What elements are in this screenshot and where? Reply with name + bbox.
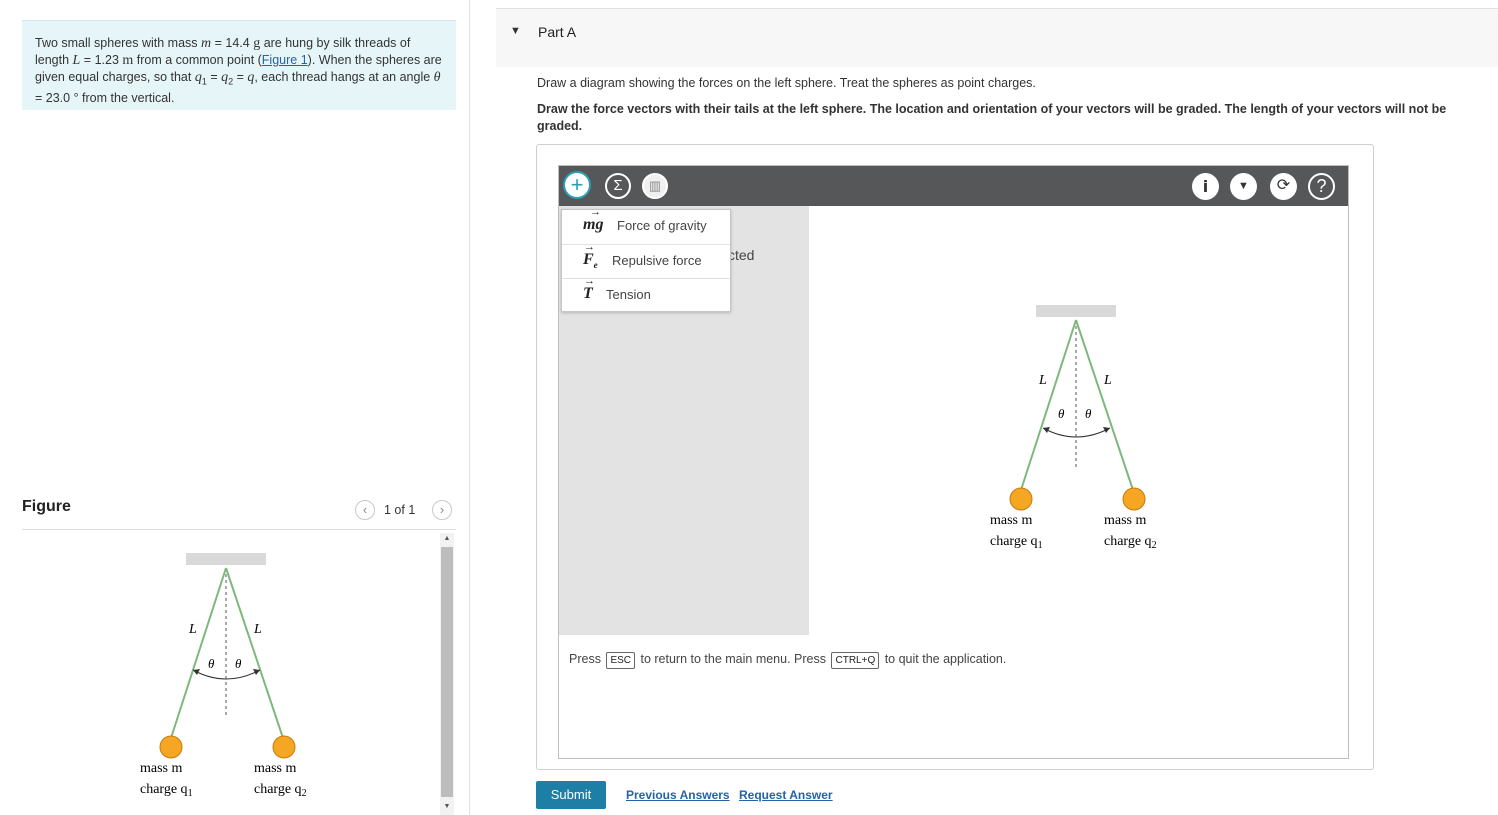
mass-label-left: mass m: [140, 761, 183, 776]
submit-button[interactable]: Submit: [536, 781, 606, 809]
keyboard-help: Press ESC to return to the main menu. Pr…: [569, 652, 1006, 669]
charge-label-right: charge q2: [1104, 534, 1157, 551]
arrow-left-icon: [193, 669, 200, 675]
figure-link[interactable]: Figure 1: [262, 53, 308, 67]
theta-label-right: θ: [1085, 406, 1092, 421]
reset-icon[interactable]: ⟳: [1270, 173, 1297, 200]
tension-symbol: T →: [583, 275, 595, 302]
add-vector-button[interactable]: +: [563, 171, 591, 199]
right-sphere: [1122, 487, 1146, 511]
menu-item-gravity[interactable]: mg → Force of gravity: [562, 206, 730, 244]
request-answer-link[interactable]: Request Answer: [739, 788, 833, 802]
arrow-right-icon: [1103, 427, 1110, 433]
theta-label-right: θ: [235, 656, 242, 671]
arrow-left-icon: [1043, 427, 1050, 433]
charge-label-left: charge q1: [140, 782, 193, 799]
charge-label-right: charge q2: [254, 782, 307, 799]
left-thread: [1020, 319, 1077, 491]
charge-label-left: charge q1: [990, 534, 1043, 551]
previous-answers-link[interactable]: Previous Answers: [626, 788, 730, 802]
right-sphere: [272, 735, 296, 759]
figure-diagram: L L θ θ mass m charge q1 mass m charge q…: [140, 553, 307, 799]
panel-hidden-text: cted: [728, 247, 755, 263]
instruction-bold-text: Draw the force vectors with their tails …: [537, 102, 1447, 133]
trash-icon[interactable]: ▥: [642, 173, 668, 199]
problem-text: Two small spheres with mass m = 14.4 g a…: [35, 36, 442, 105]
ceiling-support: [186, 553, 266, 565]
length-label-right: L: [1103, 373, 1112, 388]
scroll-up-icon[interactable]: ▲: [440, 535, 454, 542]
repulsive-symbol: F → e: [583, 241, 598, 271]
theta-label-left: θ: [1058, 406, 1065, 421]
menu-item-repulsive[interactable]: F → e Repulsive force: [562, 241, 730, 278]
left-sphere[interactable]: [1009, 487, 1033, 511]
part-header: [496, 8, 1498, 67]
help-icon[interactable]: ?: [1308, 173, 1335, 200]
chevron-right-icon[interactable]: ›: [432, 500, 452, 520]
figure-counter: 1 of 1: [384, 503, 416, 517]
left-thread: [170, 567, 227, 739]
mass-label-left: mass m: [990, 513, 1033, 528]
arrow-right-icon: [253, 669, 260, 675]
problem-statement: Two small spheres with mass m = 14.4 g a…: [22, 20, 456, 110]
length-label-left: L: [188, 622, 197, 637]
scrollbar-thumb[interactable]: [441, 547, 453, 797]
ctrl-q-key: CTRL+Q: [831, 652, 880, 669]
figure-divider: [22, 529, 456, 530]
info-icon[interactable]: i: [1192, 173, 1219, 200]
length-label-left: L: [1038, 373, 1047, 388]
instruction-text: Draw a diagram showing the forces on the…: [537, 76, 1036, 90]
left-sphere: [159, 735, 183, 759]
column-divider: [469, 0, 470, 815]
scroll-down-icon[interactable]: ▼: [440, 803, 454, 810]
esc-key: ESC: [606, 652, 635, 669]
gravity-symbol: mg →: [583, 206, 604, 233]
right-thread: [225, 567, 284, 739]
mass-label-right: mass m: [1104, 513, 1147, 528]
sum-icon[interactable]: Σ: [605, 173, 631, 199]
theta-label-left: θ: [208, 656, 215, 671]
length-label-right: L: [253, 622, 262, 637]
caret-down-icon[interactable]: ▼: [510, 25, 521, 37]
vector-dropdown: mg → Force of gravity F → e Repulsive force…: [561, 206, 731, 312]
right-thread: [1075, 319, 1134, 491]
ceiling-support: [1036, 305, 1116, 317]
mass-label-right: mass m: [254, 761, 297, 776]
figure-heading: Figure: [22, 498, 71, 515]
chevron-down-icon[interactable]: ▼: [1230, 173, 1257, 200]
chevron-left-icon[interactable]: ‹: [355, 500, 375, 520]
part-title[interactable]: Part A: [538, 24, 576, 40]
canvas-diagram: L L θ θ mass m charge q1 mass m charge q…: [990, 305, 1157, 551]
menu-item-tension[interactable]: T → Tension: [562, 275, 730, 312]
